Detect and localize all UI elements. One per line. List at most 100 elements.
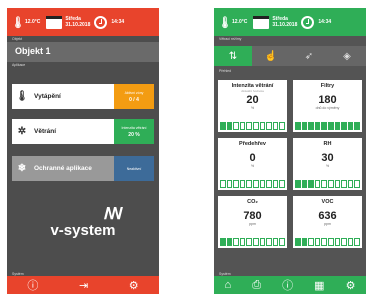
outdoor-temperature: 12.0°C <box>232 19 248 25</box>
clock-icon <box>94 15 108 29</box>
card-subtitle <box>218 147 287 150</box>
level-segment <box>295 122 301 130</box>
card-value: 180 <box>318 94 337 106</box>
app-heating-status: Aktivní zóny 0 / 4 <box>114 84 154 109</box>
level-segment <box>334 180 341 188</box>
level-segment <box>272 180 279 188</box>
level-segment <box>252 238 259 246</box>
overview-section-label: Přehled <box>219 69 232 73</box>
level-segment <box>308 122 314 130</box>
level-segment <box>327 122 334 130</box>
level-bar <box>220 238 285 246</box>
level-segment <box>252 122 259 130</box>
status-title: Aktivní zóny <box>124 90 144 95</box>
level-segment <box>233 180 239 188</box>
info-icon[interactable]: ⓘ <box>27 277 38 293</box>
level-segment <box>354 122 360 130</box>
tab-manual[interactable]: ☝ <box>252 46 290 66</box>
thermometer-icon: 🌡 <box>218 16 232 29</box>
app-protection-status: Neaktivní <box>114 156 154 181</box>
level-segment <box>347 122 354 130</box>
card-value: 30 <box>321 152 334 164</box>
level-bar <box>220 180 285 188</box>
level-segment <box>239 122 246 130</box>
outdoor-temperature: 12.0°C <box>25 19 41 25</box>
level-segment <box>226 122 233 130</box>
level-segment <box>301 238 308 246</box>
card-voc[interactable]: VOC 636 ppm <box>293 196 362 248</box>
level-segment <box>246 180 252 188</box>
alarm-icon[interactable]: ⓘ <box>282 277 293 293</box>
brand-logo: ꟿ v-system <box>7 204 159 239</box>
level-segment <box>259 238 266 246</box>
brand-name: v-system <box>50 222 116 239</box>
card-unit: dnů do výměny <box>315 106 340 110</box>
date-value: 31.10.2018 <box>272 22 298 28</box>
date-display: Středa 31.10.2018 <box>272 16 297 28</box>
calendar-icon[interactable]: ▦ <box>314 279 324 292</box>
tab-bypass[interactable]: ◈ <box>328 46 366 66</box>
app-ventilation-status: Intenzita větrání 20 % <box>114 119 154 144</box>
time-display: 14:34 <box>318 19 332 25</box>
card-co2[interactable]: CO₂ 780 ppm <box>218 196 287 248</box>
card-preheat[interactable]: Předehřev 0 % <box>218 138 287 190</box>
level-segment <box>354 180 360 188</box>
level-segment <box>266 238 272 246</box>
level-segment <box>314 122 321 130</box>
level-segment <box>341 238 347 246</box>
level-segment <box>334 122 341 130</box>
tab-ventilation[interactable]: ⇅ <box>214 46 252 66</box>
app-heating-main: 🌡 Vytápění <box>12 84 114 109</box>
card-subtitle <box>293 89 362 92</box>
level-segment <box>246 122 252 130</box>
app-heating[interactable]: 🌡 Vytápění Aktivní zóny 0 / 4 <box>12 84 154 109</box>
fan-icon: ✲ <box>17 126 27 137</box>
printer-icon[interactable]: ⎙ <box>252 279 261 292</box>
level-segment <box>220 180 226 188</box>
level-bar <box>295 238 360 246</box>
level-bar <box>295 122 360 130</box>
card-ventilation-intensity[interactable]: Intenzita větrání Aktuální hodnota 20 % <box>218 80 287 132</box>
level-segment <box>279 238 285 246</box>
thermometer-icon: 🌡 <box>15 91 29 102</box>
level-segment <box>266 180 272 188</box>
card-humidity[interactable]: RH 30 % <box>293 138 362 190</box>
card-unit: ppm <box>249 222 256 226</box>
clock-icon <box>301 15 315 29</box>
status-bar: 🌡 12.0°C Středa 31.10.2018 14:34 <box>7 8 159 36</box>
snowflake-icon: ❄ <box>17 163 27 174</box>
level-bar <box>295 180 360 188</box>
level-segment <box>239 238 246 246</box>
modes-section-label: Větrací režimy <box>219 37 242 41</box>
apps-section-label: Aplikace <box>12 63 26 67</box>
app-label: Větrání <box>34 128 57 135</box>
level-segment <box>354 238 360 246</box>
level-segment <box>233 122 239 130</box>
home-icon[interactable]: ⌂ <box>225 279 232 291</box>
app-ventilation[interactable]: ✲ Větrání Intenzita větrání 20 % <box>12 119 154 144</box>
card-subtitle <box>293 205 362 208</box>
logout-icon[interactable]: ⇥ <box>79 279 88 292</box>
status-title: Intenzita větrání <box>121 125 147 130</box>
footer-bar: ⌂ ⎙ ⓘ ▦ ⚙ <box>214 276 366 294</box>
app-protection[interactable]: ❄ Ochranné aplikace Neaktivní <box>12 156 154 181</box>
status-bar: 🌡 12.0°C Středa 31.10.2018 14:34 <box>214 8 366 36</box>
level-segment <box>279 122 285 130</box>
calendar-icon <box>46 15 63 29</box>
level-segment <box>239 180 246 188</box>
tab-boost[interactable]: ➶ <box>290 46 328 66</box>
level-segment <box>272 122 279 130</box>
settings-gear-icon[interactable]: ⚙ <box>129 279 139 292</box>
level-segment <box>301 122 308 130</box>
left-phone-screen: 🌡 12.0°C Středa 31.10.2018 14:34 Objekt … <box>7 8 159 294</box>
right-phone-screen: 🌡 12.0°C Středa 31.10.2018 14:34 Větrací… <box>214 8 366 294</box>
card-filters[interactable]: Filtry 180 dnů do výměny <box>293 80 362 132</box>
card-value: 780 <box>243 210 262 222</box>
level-segment <box>308 180 314 188</box>
level-segment <box>341 122 347 130</box>
settings-gear-icon[interactable]: ⚙ <box>346 279 356 292</box>
object-selector[interactable]: Objekt 1 <box>7 42 159 62</box>
level-segment <box>226 238 233 246</box>
level-segment <box>220 238 226 246</box>
level-segment <box>321 122 327 130</box>
